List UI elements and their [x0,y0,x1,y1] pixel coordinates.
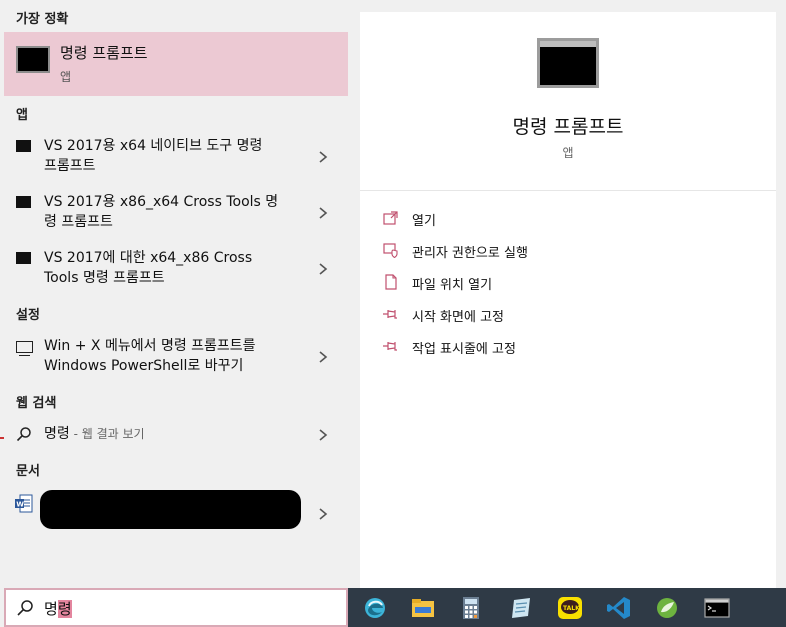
chevron-right-icon[interactable] [316,205,330,219]
svg-text:TALK: TALK [563,605,580,612]
app-result-1-line1: VS 2017용 x64 네이티브 도구 명령 [44,138,263,154]
search-composing-text: 령 [57,600,72,618]
search-icon [16,427,31,442]
web-search-result[interactable]: 명령 - 웹 결과 보기 [0,422,348,448]
setting-result-1-line1: Win + X 메뉴에서 명령 프롬프트를 [44,338,256,354]
action-pin-to-start[interactable]: 시작 화면에 고정 [382,304,682,326]
action-pin-to-taskbar[interactable]: 작업 표시줄에 고정 [382,336,682,358]
app-result-1-line2: 프롬프트 [44,158,96,174]
chevron-right-icon[interactable] [316,349,330,363]
file-icon [385,274,397,290]
pin-icon [383,342,397,351]
preview-app-type: 앱 [562,146,574,160]
action-run-as-admin[interactable]: 관리자 권한으로 실행 [382,240,682,262]
app-result-1[interactable]: VS 2017용 x64 네이티브 도구 명령 프롬프트 [0,134,348,180]
best-match-name: 명령 프롬프트 [60,44,148,62]
chevron-right-icon[interactable] [316,427,330,441]
documents-heading: 문서 [16,464,40,479]
app-result-2-line2: 령 프롬프트 [44,214,113,230]
notepad-icon[interactable] [508,596,534,620]
web-search-hint: - 웹 결과 보기 [69,427,145,441]
apps-heading: 앱 [16,108,28,123]
spring-icon[interactable] [654,596,680,620]
word-document-icon: W [15,494,33,513]
console-icon [16,252,31,264]
search-results-panel: 가장 정확 명령 프롬프트 앱 앱 VS 2017용 x64 네이티브 도구 명… [0,0,348,588]
preview-panel: 명령 프롬프트 앱 열기 관리자 권한으로 실행 파일 위치 열기 시작 화면에… [360,12,776,588]
chevron-right-icon[interactable] [316,261,330,275]
search-box[interactable]: 명령 [4,588,348,627]
action-open[interactable]: 열기 [382,208,682,230]
open-icon [383,211,398,225]
kakaotalk-icon[interactable]: TALK [557,596,583,620]
pin-icon [383,310,397,319]
taskbar: TALK [348,588,786,627]
redacted-document-name[interactable] [40,490,301,529]
action-run-as-admin-label: 관리자 권한으로 실행 [412,246,528,261]
action-pin-to-start-label: 시작 화면에 고정 [412,310,504,325]
command-prompt-icon [16,46,50,73]
action-open-file-location-label: 파일 위치 열기 [412,278,493,293]
file-explorer-icon[interactable] [410,596,436,620]
setting-result-1-line2: Windows PowerShell로 바꾸기 [44,358,244,374]
divider [360,190,776,191]
best-match-type: 앱 [60,70,72,84]
app-result-3-line1: VS 2017에 대한 x64_x86 Cross [44,250,253,266]
best-match-heading: 가장 정확 [16,12,69,27]
cmd-icon[interactable] [704,596,730,620]
vscode-icon[interactable] [606,596,632,620]
web-search-heading: 웹 검색 [16,396,57,411]
command-prompt-large-icon [537,38,599,88]
app-result-2[interactable]: VS 2017용 x86_x64 Cross Tools 명 령 프롬프트 [0,190,348,236]
web-search-query: 명령 [44,426,70,442]
action-open-file-location[interactable]: 파일 위치 열기 [382,272,682,294]
calculator-icon[interactable] [458,596,484,620]
action-pin-to-taskbar-label: 작업 표시줄에 고정 [412,342,516,357]
app-result-3[interactable]: VS 2017에 대한 x64_x86 Cross Tools 명령 프롬프트 [0,246,348,292]
search-typed-text: 명 [44,600,58,618]
monitor-icon [16,341,33,356]
edge-icon[interactable] [362,596,388,620]
app-result-3-line2: Tools 명령 프롬프트 [44,270,165,286]
shield-icon [383,243,398,258]
preview-app-name: 명령 프롬프트 [512,116,624,138]
chevron-right-icon[interactable] [316,149,330,163]
app-result-2-line1: VS 2017용 x86_x64 Cross Tools 명 [44,194,279,210]
setting-result-1[interactable]: Win + X 메뉴에서 명령 프롬프트를 Windows PowerShell… [0,334,348,380]
console-icon [16,140,31,152]
chevron-right-icon[interactable] [316,506,330,520]
console-icon [16,196,31,208]
best-match-item[interactable]: 명령 프롬프트 앱 [4,32,348,96]
edge-marker [0,437,4,439]
svg-text:W: W [16,501,24,509]
settings-heading: 설정 [16,308,40,323]
search-icon [17,600,33,616]
action-open-label: 열기 [412,214,436,229]
